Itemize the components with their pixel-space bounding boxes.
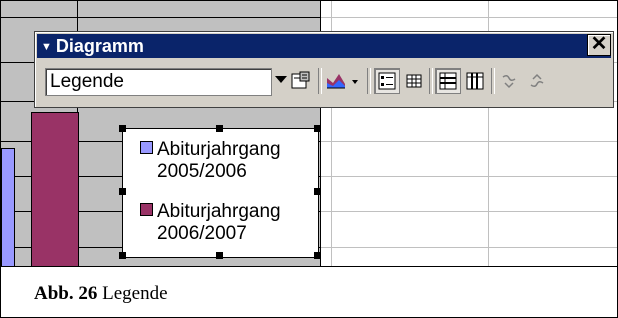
chart-toolbar[interactable]: ▼ Diagramm ✕ Legende (34, 31, 614, 108)
legend-label-line2: 2005/2006 (157, 161, 247, 182)
grid-line (1, 17, 321, 18)
toolbar-separator (318, 68, 322, 94)
legend-entry: Abiturjahrgang 2006/2007 (140, 201, 281, 245)
grid-line (321, 247, 617, 248)
by-column-button[interactable] (464, 68, 486, 94)
caption-label: Abb. 26 (34, 283, 98, 304)
selection-handle[interactable] (314, 252, 321, 259)
grid-line (321, 141, 617, 142)
caption-text: Legende (97, 283, 168, 304)
chart-type-icon (327, 74, 358, 89)
chart-bar-series-1[interactable] (1, 148, 15, 266)
close-icon: ✕ (590, 33, 608, 55)
by-row-icon (439, 72, 457, 90)
angle-text-downward-button[interactable] (497, 68, 521, 94)
grid-line (321, 211, 617, 212)
legend-swatch (140, 141, 153, 154)
format-object-button[interactable] (289, 68, 313, 94)
selection-handle[interactable] (216, 252, 223, 259)
selection-handle[interactable] (119, 252, 126, 259)
selection-handle[interactable] (314, 125, 321, 132)
chart-legend[interactable]: Abiturjahrgang 2005/2006 Abiturjahrgang … (122, 128, 319, 258)
toolbar-titlebar[interactable]: ▼ Diagramm (37, 34, 611, 58)
legend-entry: Abiturjahrgang 2005/2006 (140, 139, 281, 183)
close-button[interactable]: ✕ (587, 34, 611, 56)
by-row-button[interactable] (435, 68, 461, 94)
toolbar-menu-arrow-icon[interactable]: ▼ (41, 35, 52, 59)
figure-caption: Abb. 26 Legende (34, 283, 168, 305)
selection-handle[interactable] (216, 125, 223, 132)
chart-type-button[interactable] (325, 68, 361, 94)
toolbar-separator (491, 68, 495, 94)
chart-object-select-value: Legende (50, 71, 124, 92)
legend-icon (378, 72, 396, 90)
toolbar-title: Diagramm (55, 36, 144, 56)
grid-line (321, 17, 617, 18)
chart-bar-series-2[interactable] (31, 112, 79, 266)
legend-label: Abiturjahrgang (157, 201, 281, 222)
legend-label: Abiturjahrgang (157, 139, 281, 160)
angle-text-upward-button[interactable] (525, 68, 549, 94)
grid-line (321, 176, 617, 177)
chevron-down-icon[interactable] (275, 76, 287, 83)
format-object-icon (291, 71, 310, 89)
data-table-icon (406, 74, 422, 88)
legend-swatch (140, 203, 153, 216)
legend-label-line2: 2006/2007 (157, 223, 247, 244)
selection-handle[interactable] (314, 188, 321, 195)
selection-handle[interactable] (119, 188, 126, 195)
angle-text-downward-icon (502, 74, 516, 89)
caption-divider (0, 266, 618, 267)
selection-handle[interactable] (119, 125, 126, 132)
toolbar-separator (429, 68, 433, 94)
angle-text-upward-icon (530, 73, 544, 88)
chart-object-select[interactable]: Legende (45, 68, 272, 96)
toolbar-separator (367, 68, 371, 94)
data-table-button[interactable] (403, 68, 425, 94)
legend-button[interactable] (374, 68, 400, 94)
by-column-icon (466, 72, 484, 90)
